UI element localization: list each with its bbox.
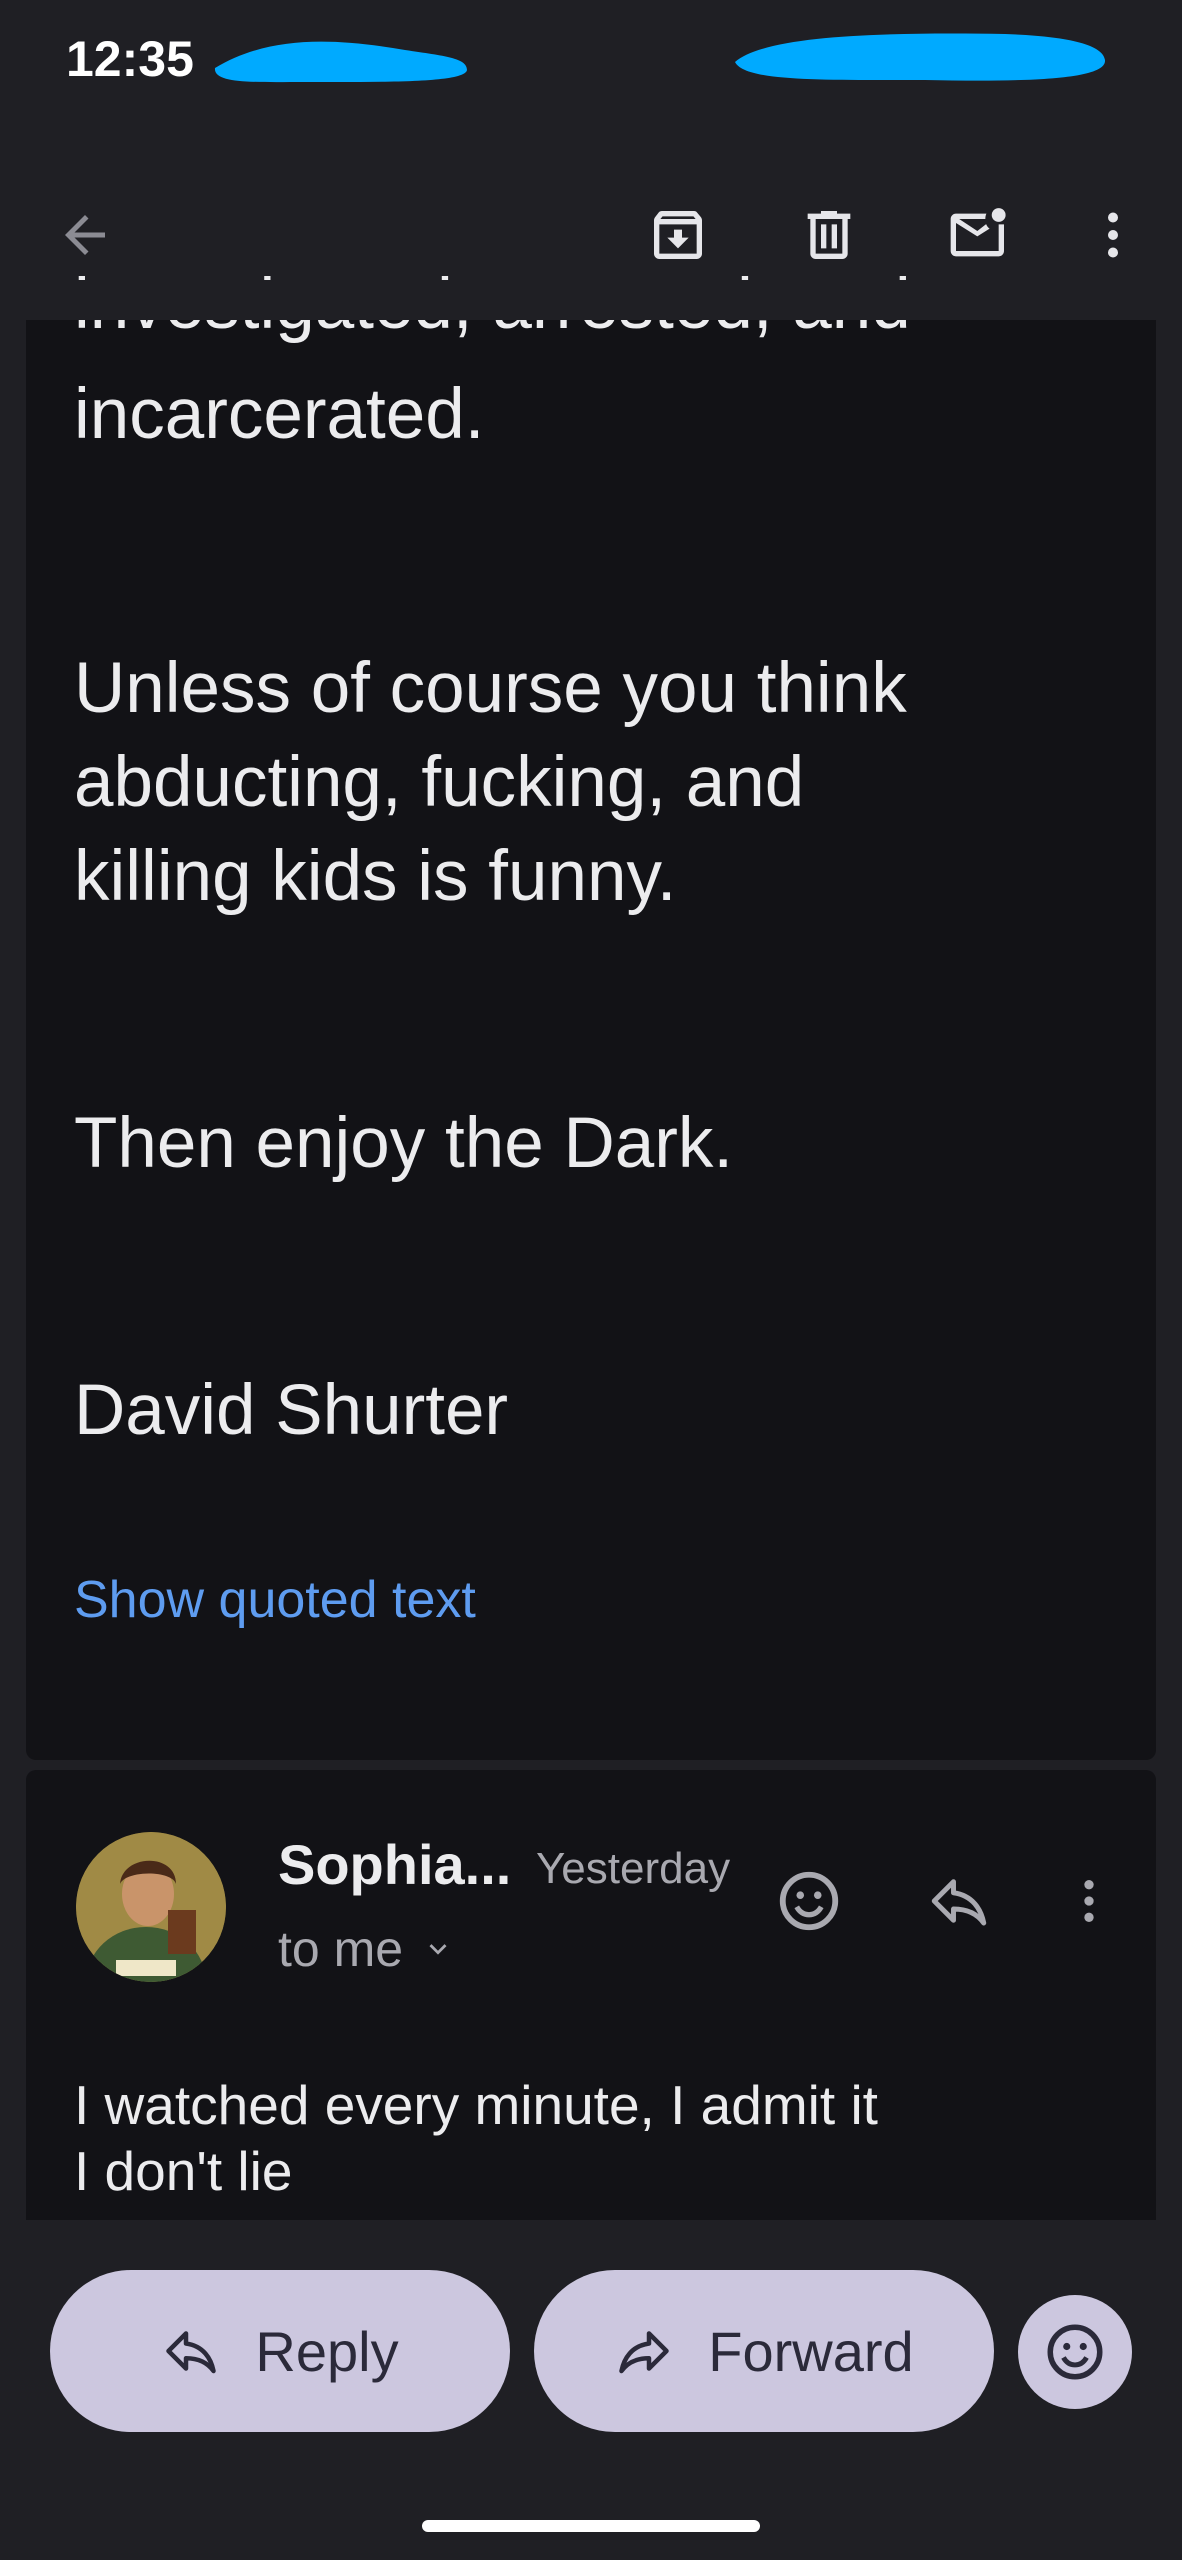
email-message-card[interactable]: Sophia... Yesterday to me I watched ever… xyxy=(26,1770,1156,2220)
email-body-paragraph: Unless of course you think abducting, fu… xyxy=(74,649,907,916)
message-date: Yesterday xyxy=(536,1844,731,1893)
reply-button[interactable]: Reply xyxy=(50,2270,510,2432)
sender-name[interactable]: Sophia... xyxy=(278,1832,511,1897)
reply-label: Reply xyxy=(255,2319,399,2383)
bottom-action-bar: Reply Forward xyxy=(0,2220,1182,2560)
reply-icon xyxy=(166,2331,217,2374)
avatar[interactable] xyxy=(76,1832,226,1982)
more-vert-icon[interactable] xyxy=(1044,1856,1134,1946)
home-indicator[interactable] xyxy=(422,2520,760,2532)
partial-line-clip: investigated, arrested, and xyxy=(74,320,1134,366)
forward-icon xyxy=(619,2331,670,2374)
show-quoted-text-link[interactable]: Show quoted text xyxy=(74,1570,476,1630)
redaction-mark xyxy=(214,41,467,83)
email-signature: David Shurter xyxy=(74,1371,509,1450)
chevron-down-icon xyxy=(429,1944,447,1955)
email-body-preview: I watched every minute, I admit it I don… xyxy=(74,2074,878,2202)
status-bar: 12:35 xyxy=(0,0,1182,120)
smiley-icon xyxy=(1047,2324,1103,2380)
reply-icon[interactable] xyxy=(914,1856,1004,1946)
recipient-details[interactable]: to me xyxy=(278,1920,455,1978)
email-body-partial-text: investigated, arrested, and xyxy=(74,320,911,352)
emoji-reaction-icon[interactable] xyxy=(764,1856,854,1946)
redaction-mark xyxy=(735,33,1106,81)
email-message-card: investigated, arrested, and xyxy=(26,265,1156,1760)
email-body-paragraph: Then enjoy the Dark. xyxy=(74,1104,734,1183)
email-body-paragraph: incarcerated. xyxy=(74,375,485,454)
forward-button[interactable]: Forward xyxy=(534,2270,994,2432)
email-body-partial-line: investigated, arrested, and xyxy=(74,258,1134,280)
recipient-label: to me xyxy=(278,1921,404,1977)
emoji-reaction-button[interactable] xyxy=(1018,2295,1132,2409)
forward-label: Forward xyxy=(708,2319,914,2383)
status-time: 12:35 xyxy=(66,31,194,87)
